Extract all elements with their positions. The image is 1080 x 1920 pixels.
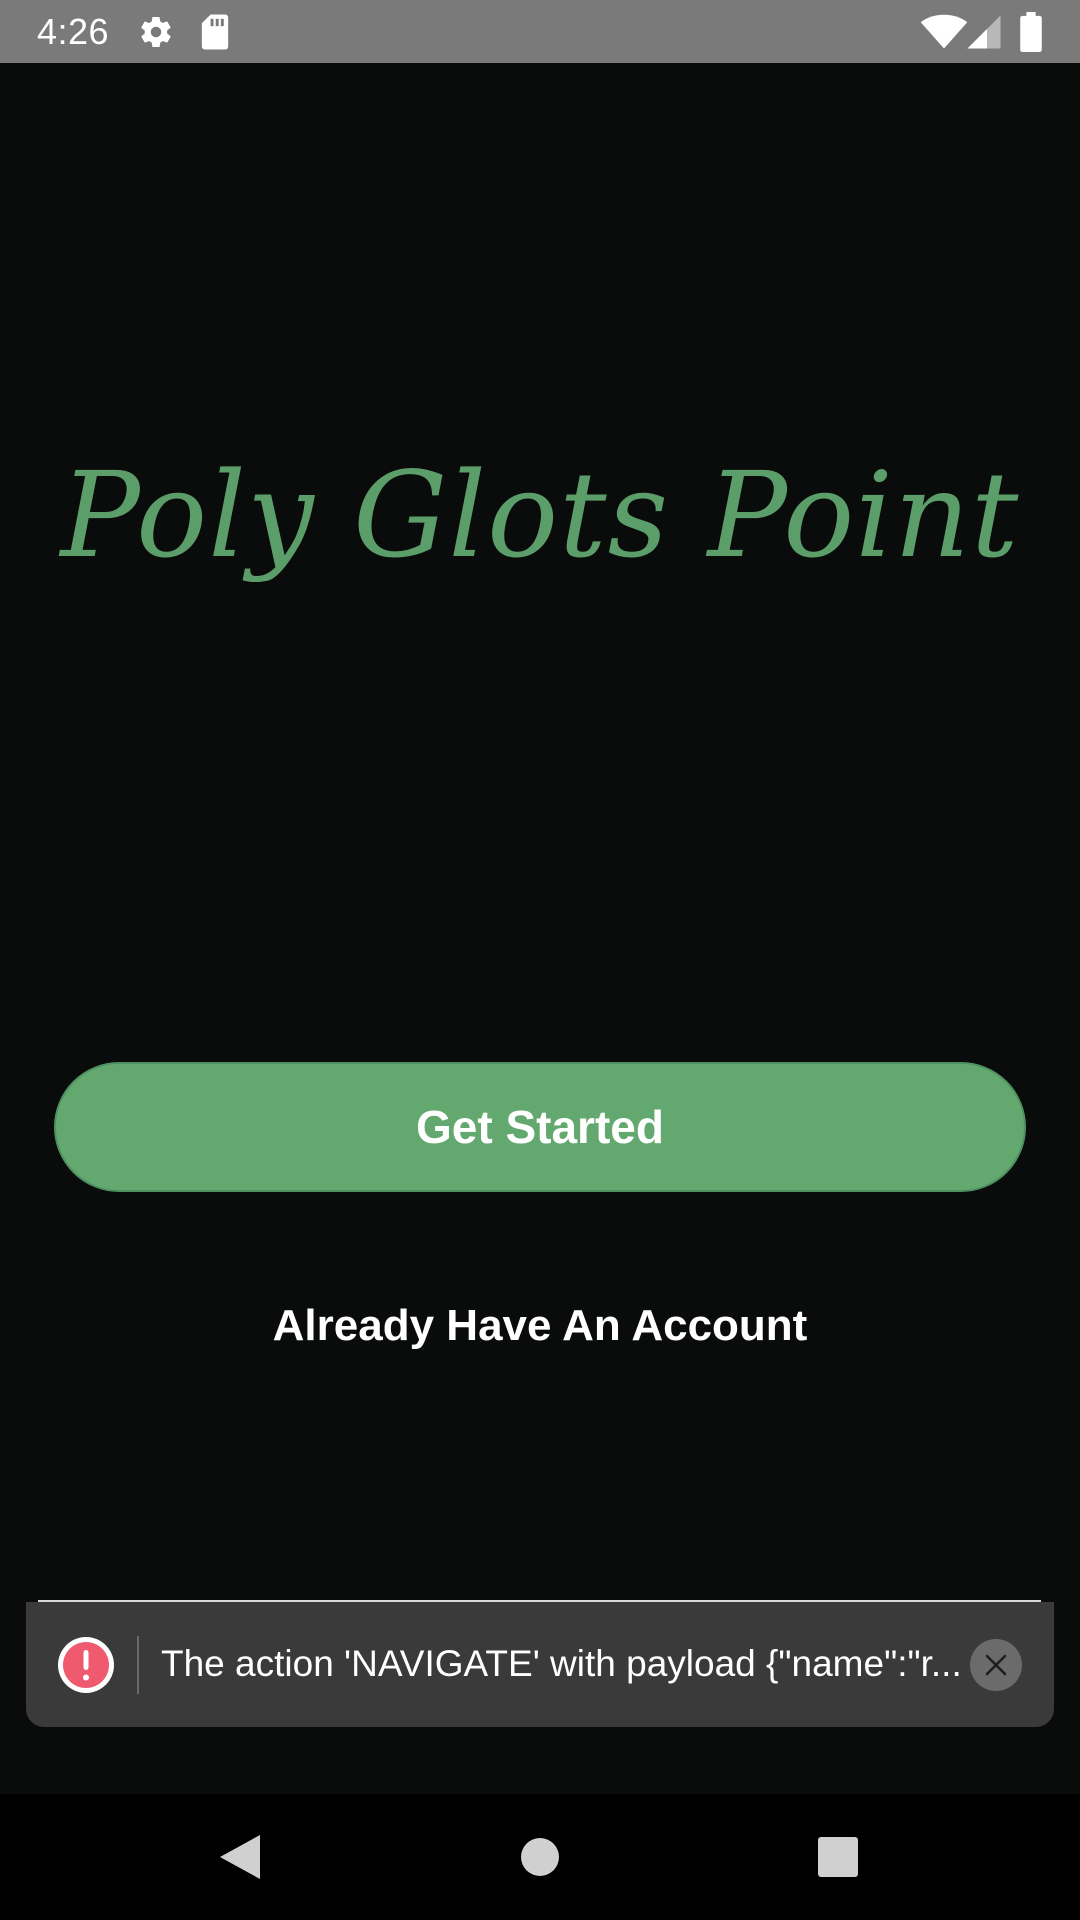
signal-icon [967,15,1001,49]
wifi-icon [920,14,968,49]
app-title: Poly Glots Point [60,446,1020,584]
back-icon [220,1835,260,1879]
get-started-button[interactable]: Get Started [54,1062,1026,1192]
status-time: 4:26 [37,11,110,52]
sd-card-icon [201,14,229,50]
battery-icon [1020,12,1042,52]
error-toast[interactable]: The action 'NAVIGATE' with payload {"nam… [26,1602,1054,1727]
home-icon [521,1838,559,1876]
gear-icon [141,16,171,48]
navigation-bar [0,1794,1080,1920]
alert-icon [58,1637,114,1693]
status-bar: 4:26 [0,0,1080,63]
error-message: The action 'NAVIGATE' with payload {"nam… [161,1643,962,1684]
close-button[interactable] [970,1639,1022,1691]
back-button[interactable] [205,1822,275,1892]
recent-apps-icon [818,1837,858,1877]
toast-separator [137,1636,139,1694]
recent-apps-button[interactable] [803,1822,873,1892]
home-button[interactable] [505,1822,575,1892]
close-icon [985,1654,1007,1676]
already-have-account-link[interactable]: Already Have An Account [0,1296,1080,1356]
